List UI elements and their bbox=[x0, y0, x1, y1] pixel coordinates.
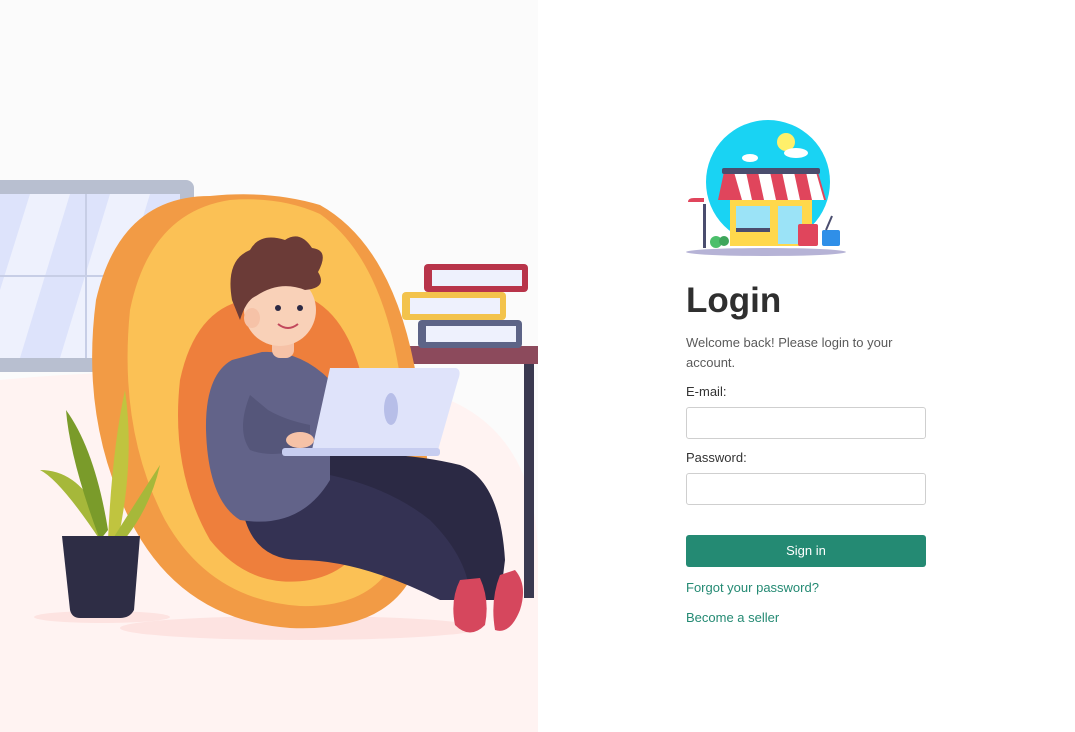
password-field[interactable] bbox=[686, 472, 926, 505]
page-title: Login bbox=[686, 281, 782, 320]
login-panel: Login Welcome back! Please login to your… bbox=[538, 0, 1075, 732]
illustration-panel bbox=[0, 0, 538, 732]
become-seller-link[interactable]: Become a seller bbox=[686, 609, 926, 627]
sign-in-button[interactable]: Sign in bbox=[686, 534, 926, 567]
login-page: Login Welcome back! Please login to your… bbox=[0, 0, 1075, 732]
email-field[interactable] bbox=[686, 406, 926, 439]
store-logo-icon bbox=[686, 120, 846, 256]
login-form: Login Welcome back! Please login to your… bbox=[686, 120, 926, 627]
forgot-password-link[interactable]: Forgot your password? bbox=[686, 579, 926, 597]
person-with-laptop-illustration bbox=[0, 180, 538, 732]
welcome-message: Welcome back! Please login to your accou… bbox=[686, 334, 893, 370]
email-label: E-mail: bbox=[686, 383, 727, 399]
password-label: Password: bbox=[686, 449, 747, 465]
